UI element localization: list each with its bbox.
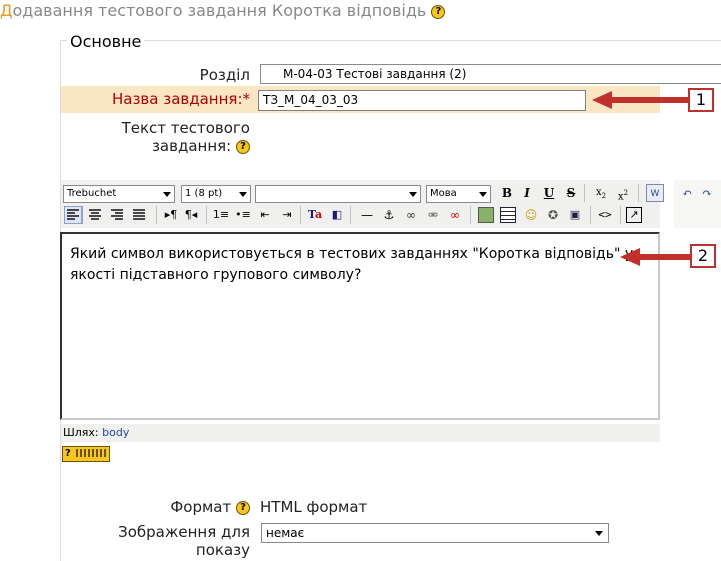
html-source-icon[interactable]: <> bbox=[596, 206, 614, 224]
image-label: Зображення для показу bbox=[118, 523, 250, 559]
keyboard-icon bbox=[76, 449, 107, 457]
section-label: Розділ bbox=[199, 66, 250, 84]
language-select[interactable]: Мова bbox=[426, 185, 491, 203]
text-color-icon[interactable]: Ta bbox=[306, 206, 324, 224]
page-title: Додавання тестового завдання Коротка від… bbox=[0, 1, 446, 20]
background-color-icon[interactable]: ◧ bbox=[328, 206, 346, 224]
path-body-link[interactable]: body bbox=[102, 426, 129, 439]
format-help-icon[interactable]: ? bbox=[236, 500, 250, 515]
horizontal-rule-icon[interactable]: — bbox=[358, 206, 376, 224]
text-label: Текст тестового завдання: ? bbox=[121, 119, 250, 155]
callout-1: 1 bbox=[688, 88, 714, 112]
help-icon: ? bbox=[65, 448, 71, 459]
name-label: Назва завдання:* bbox=[111, 90, 251, 108]
question-text-editor[interactable]: Який символ використовується в тестових … bbox=[60, 232, 660, 420]
anchor-icon[interactable]: ⚓ bbox=[380, 206, 398, 224]
insert-table-icon[interactable] bbox=[500, 207, 516, 223]
toolbar-separator bbox=[156, 206, 157, 224]
style-select[interactable] bbox=[255, 185, 421, 203]
subscript-icon[interactable]: x2 bbox=[592, 184, 610, 202]
font-size-select[interactable]: 1 (8 pt) bbox=[181, 185, 251, 203]
unordered-list-icon[interactable]: •≡ bbox=[234, 206, 252, 224]
fieldset-legend: Основне bbox=[67, 32, 145, 51]
toolbar-separator bbox=[590, 206, 591, 224]
toolbar-separator bbox=[206, 206, 207, 224]
smiley-icon[interactable]: ☺ bbox=[522, 206, 540, 224]
name-input[interactable]: ТЗ_М_04_03_03 bbox=[258, 90, 586, 111]
editor-path-bar: Шлях: body bbox=[61, 424, 660, 442]
toolbar-separator bbox=[638, 184, 639, 202]
outdent-icon[interactable]: ⇤ bbox=[256, 206, 274, 224]
redo-icon[interactable]: ↷ bbox=[698, 184, 716, 202]
alignment-buttons bbox=[64, 206, 145, 224]
unlink-icon[interactable]: ⚮ bbox=[424, 206, 442, 224]
fullscreen-icon[interactable]: ↗ bbox=[626, 207, 642, 223]
paste-word-icon[interactable]: W bbox=[646, 184, 664, 202]
image-select[interactable]: немає bbox=[261, 523, 609, 543]
arrow-2-icon bbox=[620, 248, 690, 266]
italic-icon[interactable]: I bbox=[518, 184, 536, 202]
rtl-icon[interactable]: ¶◂ bbox=[182, 206, 200, 224]
required-mark: * bbox=[242, 90, 251, 108]
align-left-icon[interactable] bbox=[64, 206, 83, 224]
align-right-icon[interactable] bbox=[111, 209, 123, 220]
underline-icon[interactable]: U bbox=[540, 184, 558, 202]
arrow-1-icon bbox=[592, 91, 688, 109]
callout-2: 2 bbox=[690, 244, 716, 268]
link-icon[interactable]: ∞ bbox=[402, 206, 420, 224]
nolink-icon[interactable]: ∞ bbox=[446, 206, 464, 224]
format-value: HTML формат bbox=[260, 498, 368, 516]
section-select[interactable]: М-04-03 Тестові завдання (2) bbox=[260, 64, 721, 84]
insert-image-icon[interactable] bbox=[478, 207, 494, 223]
undo-icon[interactable]: ↶ bbox=[678, 184, 696, 202]
toolbar-separator bbox=[350, 206, 351, 224]
chevron-down-icon bbox=[479, 192, 487, 197]
align-center-icon[interactable] bbox=[89, 209, 101, 220]
ordered-list-icon[interactable]: 1≡ bbox=[212, 206, 230, 224]
align-justify-icon[interactable] bbox=[133, 209, 145, 220]
indent-icon[interactable]: ⇥ bbox=[278, 206, 296, 224]
toolbar-separator bbox=[620, 206, 621, 224]
special-char-icon[interactable]: ✪ bbox=[544, 206, 562, 224]
superscript-icon[interactable]: x2 bbox=[614, 184, 632, 202]
strikethrough-icon[interactable]: S bbox=[562, 184, 580, 202]
chevron-down-icon bbox=[239, 192, 247, 197]
bold-icon[interactable]: B bbox=[498, 184, 516, 202]
font-family-select[interactable]: Trebuchet bbox=[63, 185, 175, 203]
format-label: Формат ? bbox=[60, 498, 250, 516]
text-help-icon[interactable]: ? bbox=[236, 139, 250, 154]
chevron-down-icon bbox=[595, 531, 603, 536]
chevron-down-icon bbox=[409, 192, 417, 197]
ltr-icon[interactable]: ▸¶ bbox=[162, 206, 180, 224]
help-icon[interactable]: ? bbox=[431, 4, 446, 19]
find-replace-icon[interactable]: ▣ bbox=[566, 206, 584, 224]
keyboard-help-button[interactable]: ? bbox=[62, 446, 110, 462]
toolbar-separator bbox=[470, 206, 471, 224]
chevron-down-icon bbox=[163, 192, 171, 197]
toolbar-separator bbox=[584, 184, 585, 202]
toolbar-separator bbox=[300, 206, 301, 224]
